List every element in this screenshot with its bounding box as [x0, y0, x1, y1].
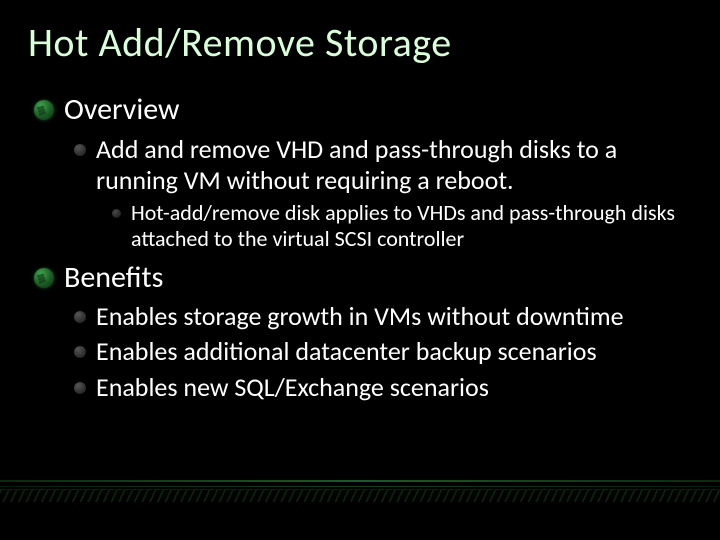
- bullet-orb-icon: [34, 100, 54, 120]
- list-item: Enables additional datacenter backup sce…: [74, 336, 690, 367]
- divider-line-icon: [0, 486, 720, 487]
- list-item: Enables new SQL/Exchange scenarios: [74, 372, 690, 403]
- bullet-dot-icon: [74, 311, 86, 323]
- bullet-subdot-icon: [112, 209, 121, 218]
- list-item-text: Enables additional datacenter backup sce…: [96, 336, 597, 367]
- list-item: Hot-add/remove disk applies to VHDs and …: [112, 200, 690, 253]
- divider-line-icon: [0, 480, 720, 482]
- slide-content: Overview Add and remove VHD and pass-thr…: [0, 67, 720, 403]
- list-item-text: Add and remove VHD and pass-through disk…: [96, 134, 690, 196]
- list-item-text: Enables storage growth in VMs without do…: [96, 301, 624, 332]
- slide-title: Hot Add/Remove Storage: [0, 0, 720, 67]
- bullet-dot-icon: [74, 382, 86, 394]
- list-item-text: Hot-add/remove disk applies to VHDs and …: [131, 200, 690, 253]
- list-item: Overview: [34, 93, 690, 128]
- list-item: Benefits: [34, 261, 690, 296]
- bullet-orb-icon: [34, 268, 54, 288]
- section-heading: Benefits: [64, 261, 163, 296]
- footer-decoration: [0, 480, 720, 502]
- hatch-pattern-icon: [0, 489, 720, 502]
- list-item: Enables storage growth in VMs without do…: [74, 301, 690, 332]
- section-heading: Overview: [64, 93, 179, 128]
- bullet-dot-icon: [74, 144, 86, 156]
- list-item: Add and remove VHD and pass-through disk…: [74, 134, 690, 196]
- bullet-dot-icon: [74, 346, 86, 358]
- slide: Hot Add/Remove Storage Overview Add and …: [0, 0, 720, 540]
- list-item-text: Enables new SQL/Exchange scenarios: [96, 372, 489, 403]
